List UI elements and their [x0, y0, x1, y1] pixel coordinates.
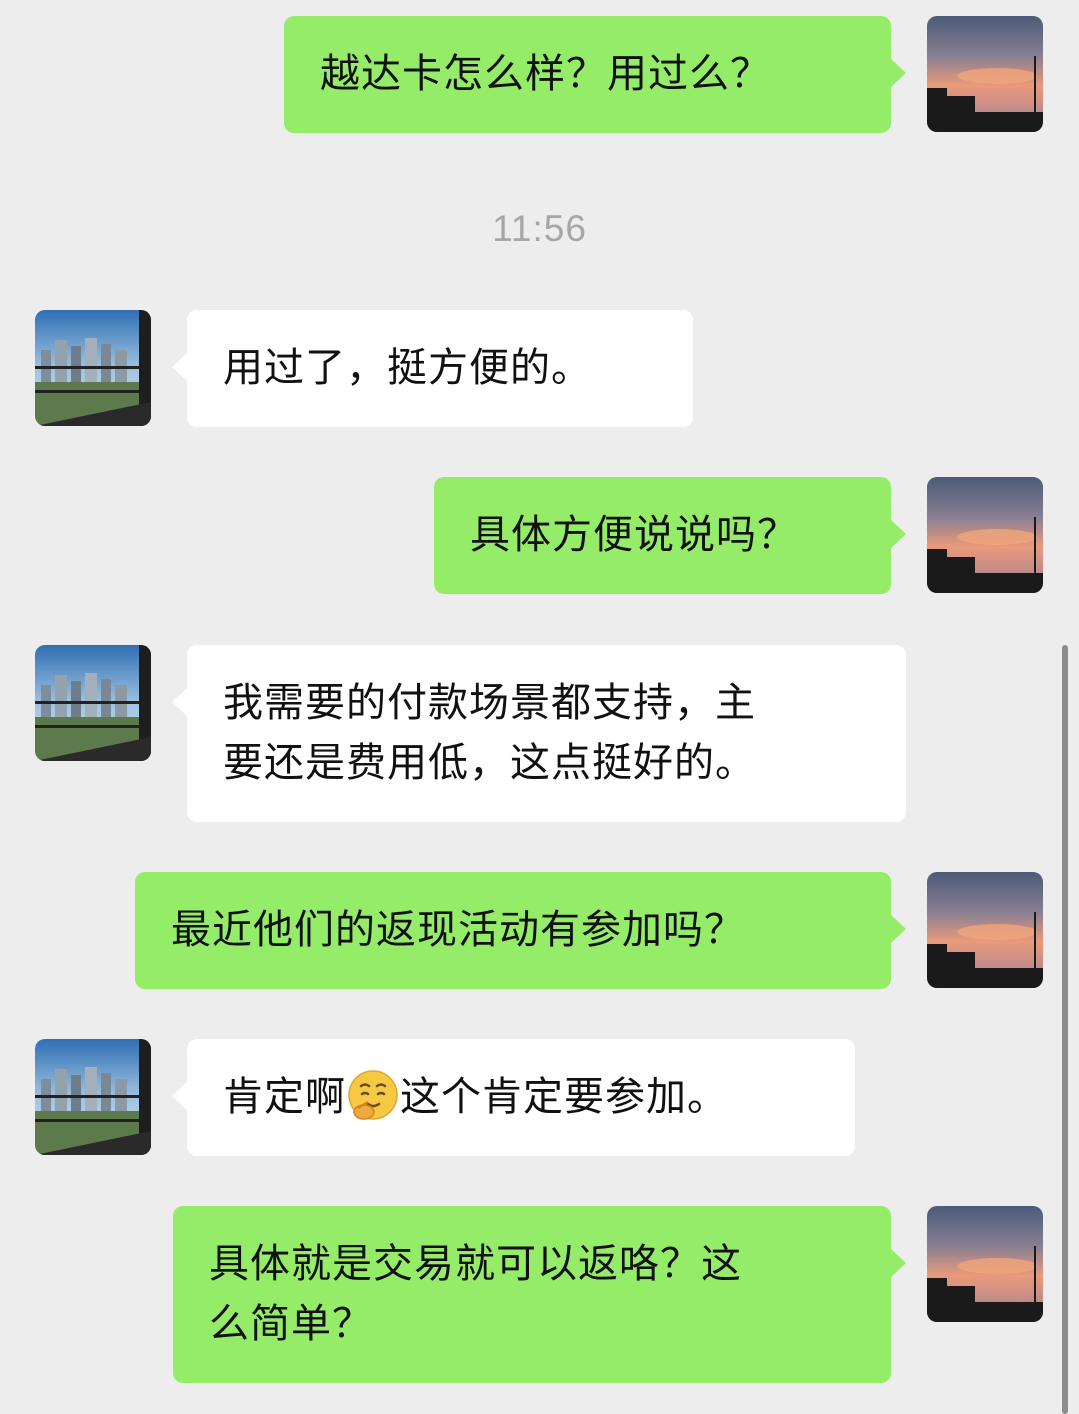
- message-text: 这个肯定要参加。: [400, 1074, 728, 1120]
- chat-scrollbar[interactable]: [1062, 645, 1068, 1414]
- city-avatar-image: [35, 645, 151, 761]
- sunset-avatar[interactable]: [927, 477, 1043, 593]
- bubble-tail: [890, 1248, 906, 1278]
- message-row-outgoing: 最近他们的返现活动有参加吗？: [0, 872, 1079, 989]
- incoming-message-bubble[interactable]: 用过了，挺方便的。: [187, 310, 693, 427]
- sunset-avatar-image: [927, 1206, 1043, 1322]
- sunset-avatar[interactable]: [927, 1206, 1043, 1322]
- chat-area[interactable]: 越达卡怎么样？用过么？ 11:56 用过了，挺方便的。 具体方便说说吗？ 我需要…: [0, 0, 1079, 1414]
- city-avatar-image: [35, 310, 151, 426]
- bubble-tail: [890, 58, 906, 88]
- message-timestamp: 11:56: [492, 208, 587, 249]
- outgoing-message-bubble[interactable]: 具体就是交易就可以返咯？这 么简单？: [173, 1206, 891, 1383]
- message-text: 肯定啊: [223, 1074, 346, 1120]
- thinking-face-emoji: [348, 1070, 398, 1120]
- message-row-outgoing: 具体就是交易就可以返咯？这 么简单？: [0, 1206, 1079, 1383]
- sunset-avatar[interactable]: [927, 16, 1043, 132]
- city-avatar[interactable]: [35, 645, 151, 761]
- sunset-avatar-image: [927, 16, 1043, 132]
- sunset-avatar[interactable]: [927, 872, 1043, 988]
- message-row-outgoing: 越达卡怎么样？用过么？: [0, 16, 1079, 133]
- message-row-incoming: 我需要的付款场景都支持，主 要还是费用低，这点挺好的。: [0, 645, 1079, 822]
- incoming-message-bubble[interactable]: 肯定啊 这个肯定要参加。: [187, 1039, 855, 1156]
- bubble-tail: [172, 687, 188, 717]
- bubble-tail: [890, 914, 906, 944]
- outgoing-message-bubble[interactable]: 最近他们的返现活动有参加吗？: [135, 872, 891, 989]
- message-row-incoming: 肯定啊 这个肯定要参加。: [0, 1039, 1079, 1156]
- sunset-avatar-image: [927, 477, 1043, 593]
- bubble-tail: [172, 1081, 188, 1111]
- bubble-tail: [172, 352, 188, 382]
- incoming-message-bubble[interactable]: 我需要的付款场景都支持，主 要还是费用低，这点挺好的。: [187, 645, 906, 822]
- city-avatar-image: [35, 1039, 151, 1155]
- bubble-tail: [890, 519, 906, 549]
- sunset-avatar-image: [927, 872, 1043, 988]
- city-avatar[interactable]: [35, 310, 151, 426]
- outgoing-message-bubble[interactable]: 具体方便说说吗？: [434, 477, 891, 594]
- outgoing-message-bubble[interactable]: 越达卡怎么样？用过么？: [284, 16, 891, 133]
- city-avatar[interactable]: [35, 1039, 151, 1155]
- message-row-outgoing: 具体方便说说吗？: [0, 477, 1079, 594]
- message-row-incoming: 用过了，挺方便的。: [0, 310, 1079, 427]
